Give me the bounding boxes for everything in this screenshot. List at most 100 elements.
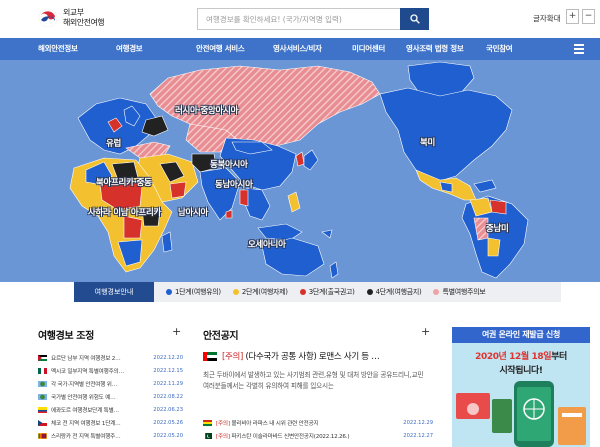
featured-notice-body: 최근 두바이에서 발생하고 있는 사기범죄 관련,유형 및 대처 방안을 공유드…	[203, 371, 424, 390]
notice-date: 2022.12.29	[403, 420, 433, 426]
site-header: 외교부 해외안전여행 글자확대 + −	[0, 0, 600, 38]
alert-item-date: 2022.11.29	[153, 381, 183, 387]
banner-start-line: 시작됩니다!	[499, 366, 543, 376]
list-item[interactable]: 국가별 안전여행 위험도 예… 2022.08.22	[38, 391, 183, 403]
nav-item-media-center[interactable]: 미디어센터	[352, 38, 385, 60]
level-4-dot-icon	[366, 289, 373, 295]
zoom-in-button[interactable]: +	[566, 9, 579, 24]
search-button[interactable]	[400, 8, 429, 30]
alert-item-text: 멕시코 일부지역 특별여행주의…	[51, 369, 124, 375]
legend-special-label: 특별여행주의보	[442, 288, 486, 296]
search-input[interactable]	[197, 8, 400, 30]
menu-icon[interactable]	[574, 44, 584, 54]
list-item[interactable]: 각 국가·지역별 안전여행 위… 2022.11.29	[38, 378, 183, 390]
region-label-latin-america[interactable]: 중남미	[486, 222, 509, 234]
globe-icon	[38, 381, 47, 387]
legend-special: 특별여행주의보	[433, 287, 486, 297]
featured-notice-title[interactable]: [주의] (다수국가 공통 사항) 로맨스 사기 등 …	[222, 350, 432, 362]
pakistan-flag-icon	[203, 433, 212, 439]
region-label-north-africa[interactable]: 북아프리카·중동	[96, 176, 152, 188]
notice-text: 파키스탄 이슬라마바드 신변안전공지(2022.12.26.)	[231, 434, 350, 440]
nav-item-safety-info[interactable]: 해외안전정보	[38, 38, 78, 60]
bolivia-flag-icon	[203, 420, 212, 426]
notice-tag: [주의]	[216, 434, 230, 440]
list-item[interactable]: 요르단 남부 지역 여행경보 2… 2022.12.20	[38, 352, 183, 364]
jordan-flag-icon	[38, 355, 47, 361]
logo-service: 해외안전여행	[63, 18, 105, 27]
globe-icon	[38, 394, 47, 400]
region-label-northeast-asia[interactable]: 동북아시아	[210, 158, 248, 170]
alert-item-text: 에콰도르 여행경보단계 특별…	[51, 408, 119, 414]
notice-text: 볼리비아 라파스 내 시위 관련 안전공지	[231, 421, 319, 427]
safety-more-button[interactable]: +	[421, 325, 430, 338]
alerts-more-button[interactable]: +	[172, 325, 181, 338]
alert-level-legend: 여행경보안내 1단계(여행유의) 2단계(여행자제) 3단계(출국권고) 4단계…	[74, 282, 561, 302]
region-label-north-america[interactable]: 북미	[420, 136, 435, 148]
legend-title[interactable]: 여행경보안내	[74, 282, 154, 302]
main-nav: 해외안전정보 여행경보 안전여행 서비스 영사서비스/비자 미디어센터 영사조력…	[0, 38, 600, 60]
alerts-title: 여행경보 조정	[38, 331, 94, 342]
alert-item-date: 2022.08.22	[153, 394, 183, 400]
alert-item-date: 2022.12.20	[153, 355, 183, 361]
passport-illustration-icon	[456, 381, 586, 447]
legend-level-4: 4단계(여행금지)	[366, 287, 422, 297]
alert-item-text: 스리랑카 전 지역 특별여행주…	[51, 434, 121, 440]
alert-item-text: 요르단 남부 지역 여행경보 2…	[51, 356, 121, 362]
world-map-svg	[69, 61, 529, 279]
alert-item-date: 2022.12.15	[153, 368, 183, 374]
legend-level-1: 1단계(여행유의)	[166, 287, 221, 297]
banner-date: 2020년 12월 18일	[475, 352, 552, 362]
list-item[interactable]: 체코 전 지역 여행경보 1단계… 2022.05.26	[38, 417, 183, 429]
banner-date-line: 2020년 12월 18일부터	[452, 349, 590, 362]
taegeuk-emblem-icon	[38, 8, 58, 28]
notice-date: 2022.12.27	[403, 433, 433, 439]
nav-item-participation[interactable]: 국민참여	[486, 38, 513, 60]
level-2-dot-icon	[232, 289, 239, 295]
site-logo[interactable]: 외교부 해외안전여행	[38, 8, 105, 28]
list-item[interactable]: 에콰도르 여행경보단계 특별… 2022.06.23	[38, 404, 183, 416]
level-3-dot-icon	[299, 289, 306, 295]
uae-flag-icon	[203, 352, 217, 361]
legend-level-2: 2단계(여행자제)	[232, 287, 288, 297]
nav-item-travel-alerts[interactable]: 여행경보	[116, 38, 143, 60]
alert-item-date: 2022.05.26	[153, 420, 183, 426]
nav-item-safe-travel-service[interactable]: 안전여행 서비스	[196, 38, 245, 60]
region-label-oceania[interactable]: 오세아니아	[248, 238, 286, 250]
list-item[interactable]: 멕시코 일부지역 특별여행주의… 2022.12.15	[38, 365, 183, 377]
alert-item-text: 각 국가·지역별 안전여행 위…	[51, 382, 118, 388]
featured-notice-text: (다수국가 공통 사항) 로맨스 사기 등 …	[245, 352, 380, 362]
legend-level-4-label: 4단계(여행금지)	[375, 288, 422, 296]
alert-item-text: 체코 전 지역 여행경보 1단계…	[51, 421, 121, 427]
level-1-dot-icon	[166, 289, 172, 295]
czech-flag-icon	[38, 420, 47, 426]
legend-level-2-label: 2단계(여행자제)	[241, 288, 288, 296]
region-label-south-asia[interactable]: 남아시아	[178, 206, 208, 218]
alert-item-date: 2022.06.23	[153, 407, 183, 413]
region-label-russia[interactable]: 러시아·중앙아시아	[175, 104, 238, 116]
list-item[interactable]: 스리랑카 전 지역 특별여행주… 2022.05.20	[38, 430, 183, 442]
sri-lanka-flag-icon	[38, 433, 47, 439]
ecuador-flag-icon	[38, 407, 47, 413]
alert-item-text: 국가별 안전여행 위험도 예…	[51, 395, 116, 401]
safety-title: 안전공지	[203, 331, 239, 342]
nav-item-consular-visa[interactable]: 영사서비스/비자	[273, 38, 322, 60]
special-dot-icon	[433, 289, 440, 295]
mexico-flag-icon	[38, 368, 47, 374]
table-row[interactable]: [주의] 볼리비아 라파스 내 시위 관련 안전공지 2022.12.29	[203, 419, 433, 427]
region-label-southeast-asia[interactable]: 동남아시아	[215, 178, 253, 190]
alert-item-date: 2022.05.20	[153, 433, 183, 439]
logo-ministry: 외교부	[63, 8, 84, 17]
region-label-sub-saharan-africa[interactable]: 사하라 이남 아프리카	[88, 206, 161, 218]
table-row[interactable]: [주의] 파키스탄 이슬라마바드 신변안전공지(2022.12.26.) 202…	[203, 432, 433, 440]
legend-level-1-label: 1단계(여행유의)	[175, 288, 221, 296]
notice-tag: [주의]	[216, 421, 230, 427]
banner-date-suffix: 부터	[551, 352, 567, 362]
zoom-out-button[interactable]: −	[582, 9, 595, 24]
passport-reissue-banner[interactable]: 여권 온라인 재발급 신청 2020년 12월 18일부터 시작됩니다!	[452, 327, 590, 447]
legend-level-3-label: 3단계(출국권고)	[308, 288, 355, 296]
travel-alert-map[interactable]: 러시아·중앙아시아 유럽 동북아시아 북아프리카·중동 동남아시아 사하라 이남…	[0, 60, 600, 282]
banner-headline: 여권 온라인 재발급 신청	[452, 327, 590, 343]
search-icon	[409, 14, 420, 24]
region-label-europe[interactable]: 유럽	[106, 137, 121, 149]
nav-item-consular-law[interactable]: 영사조력 법령 정보	[406, 38, 464, 60]
